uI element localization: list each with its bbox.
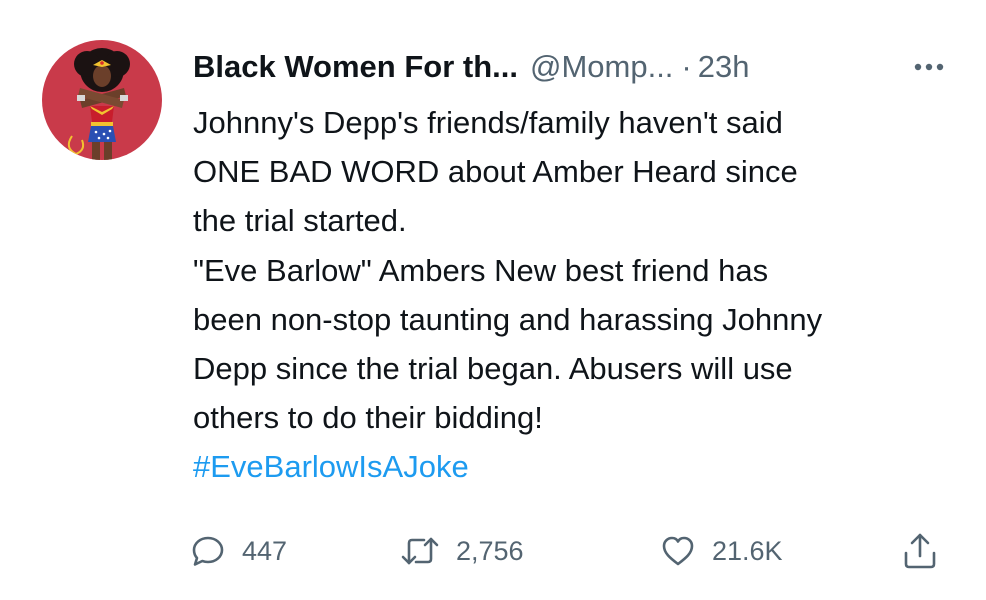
- tweet-text-line: the trial started.: [193, 203, 407, 239]
- reply-count: 447: [242, 535, 288, 566]
- like-count: 21.6K: [712, 535, 783, 566]
- heart-outline-icon: [662, 536, 694, 566]
- tweet-timestamp[interactable]: 23h: [698, 49, 750, 85]
- hashtag-link[interactable]: #EveBarlowIsAJoke: [193, 442, 469, 491]
- more-options-button[interactable]: [905, 48, 953, 86]
- author-avatar[interactable]: [42, 40, 162, 160]
- more-horizontal-icon: [914, 63, 944, 71]
- author-display-name[interactable]: Black Women For th...: [193, 49, 518, 85]
- retweet-arrows-icon: [401, 537, 439, 565]
- header-separator: ·: [681, 49, 692, 84]
- tweet-text-line: "Eve Barlow" Ambers New best friend has: [193, 252, 769, 288]
- tweet-text-line: Depp since the trial began. Abusers will…: [193, 351, 793, 387]
- reply-bubble-icon: [192, 536, 224, 566]
- tweet-text-line: been non-stop taunting and harassing Joh…: [193, 301, 823, 337]
- tweet-card[interactable]: Black Women For th... @Momp... · 23h Joh…: [0, 0, 986, 600]
- avatar-illustration: [42, 40, 162, 160]
- author-handle[interactable]: @Momp...: [530, 49, 673, 85]
- share-upload-icon: [904, 533, 936, 569]
- tweet-text-line: others to do their bidding!: [193, 400, 543, 436]
- like-button[interactable]: 21.6K: [660, 528, 783, 574]
- share-button[interactable]: [902, 528, 938, 574]
- retweet-count: 2,756: [456, 535, 524, 566]
- tweet-header: Black Women For th... @Momp... · 23h: [193, 44, 953, 90]
- reply-button[interactable]: 447: [190, 528, 287, 574]
- tweet-actions: 447 2,756 21.6K: [190, 528, 950, 574]
- tweet-text-line: ONE BAD WORD about Amber Heard since: [193, 154, 798, 190]
- tweet-text: Johnny's Depp's friends/family haven't s…: [193, 98, 953, 492]
- retweet-button[interactable]: 2,756: [400, 528, 524, 574]
- tweet-text-line: Johnny's Depp's friends/family haven't s…: [193, 105, 783, 140]
